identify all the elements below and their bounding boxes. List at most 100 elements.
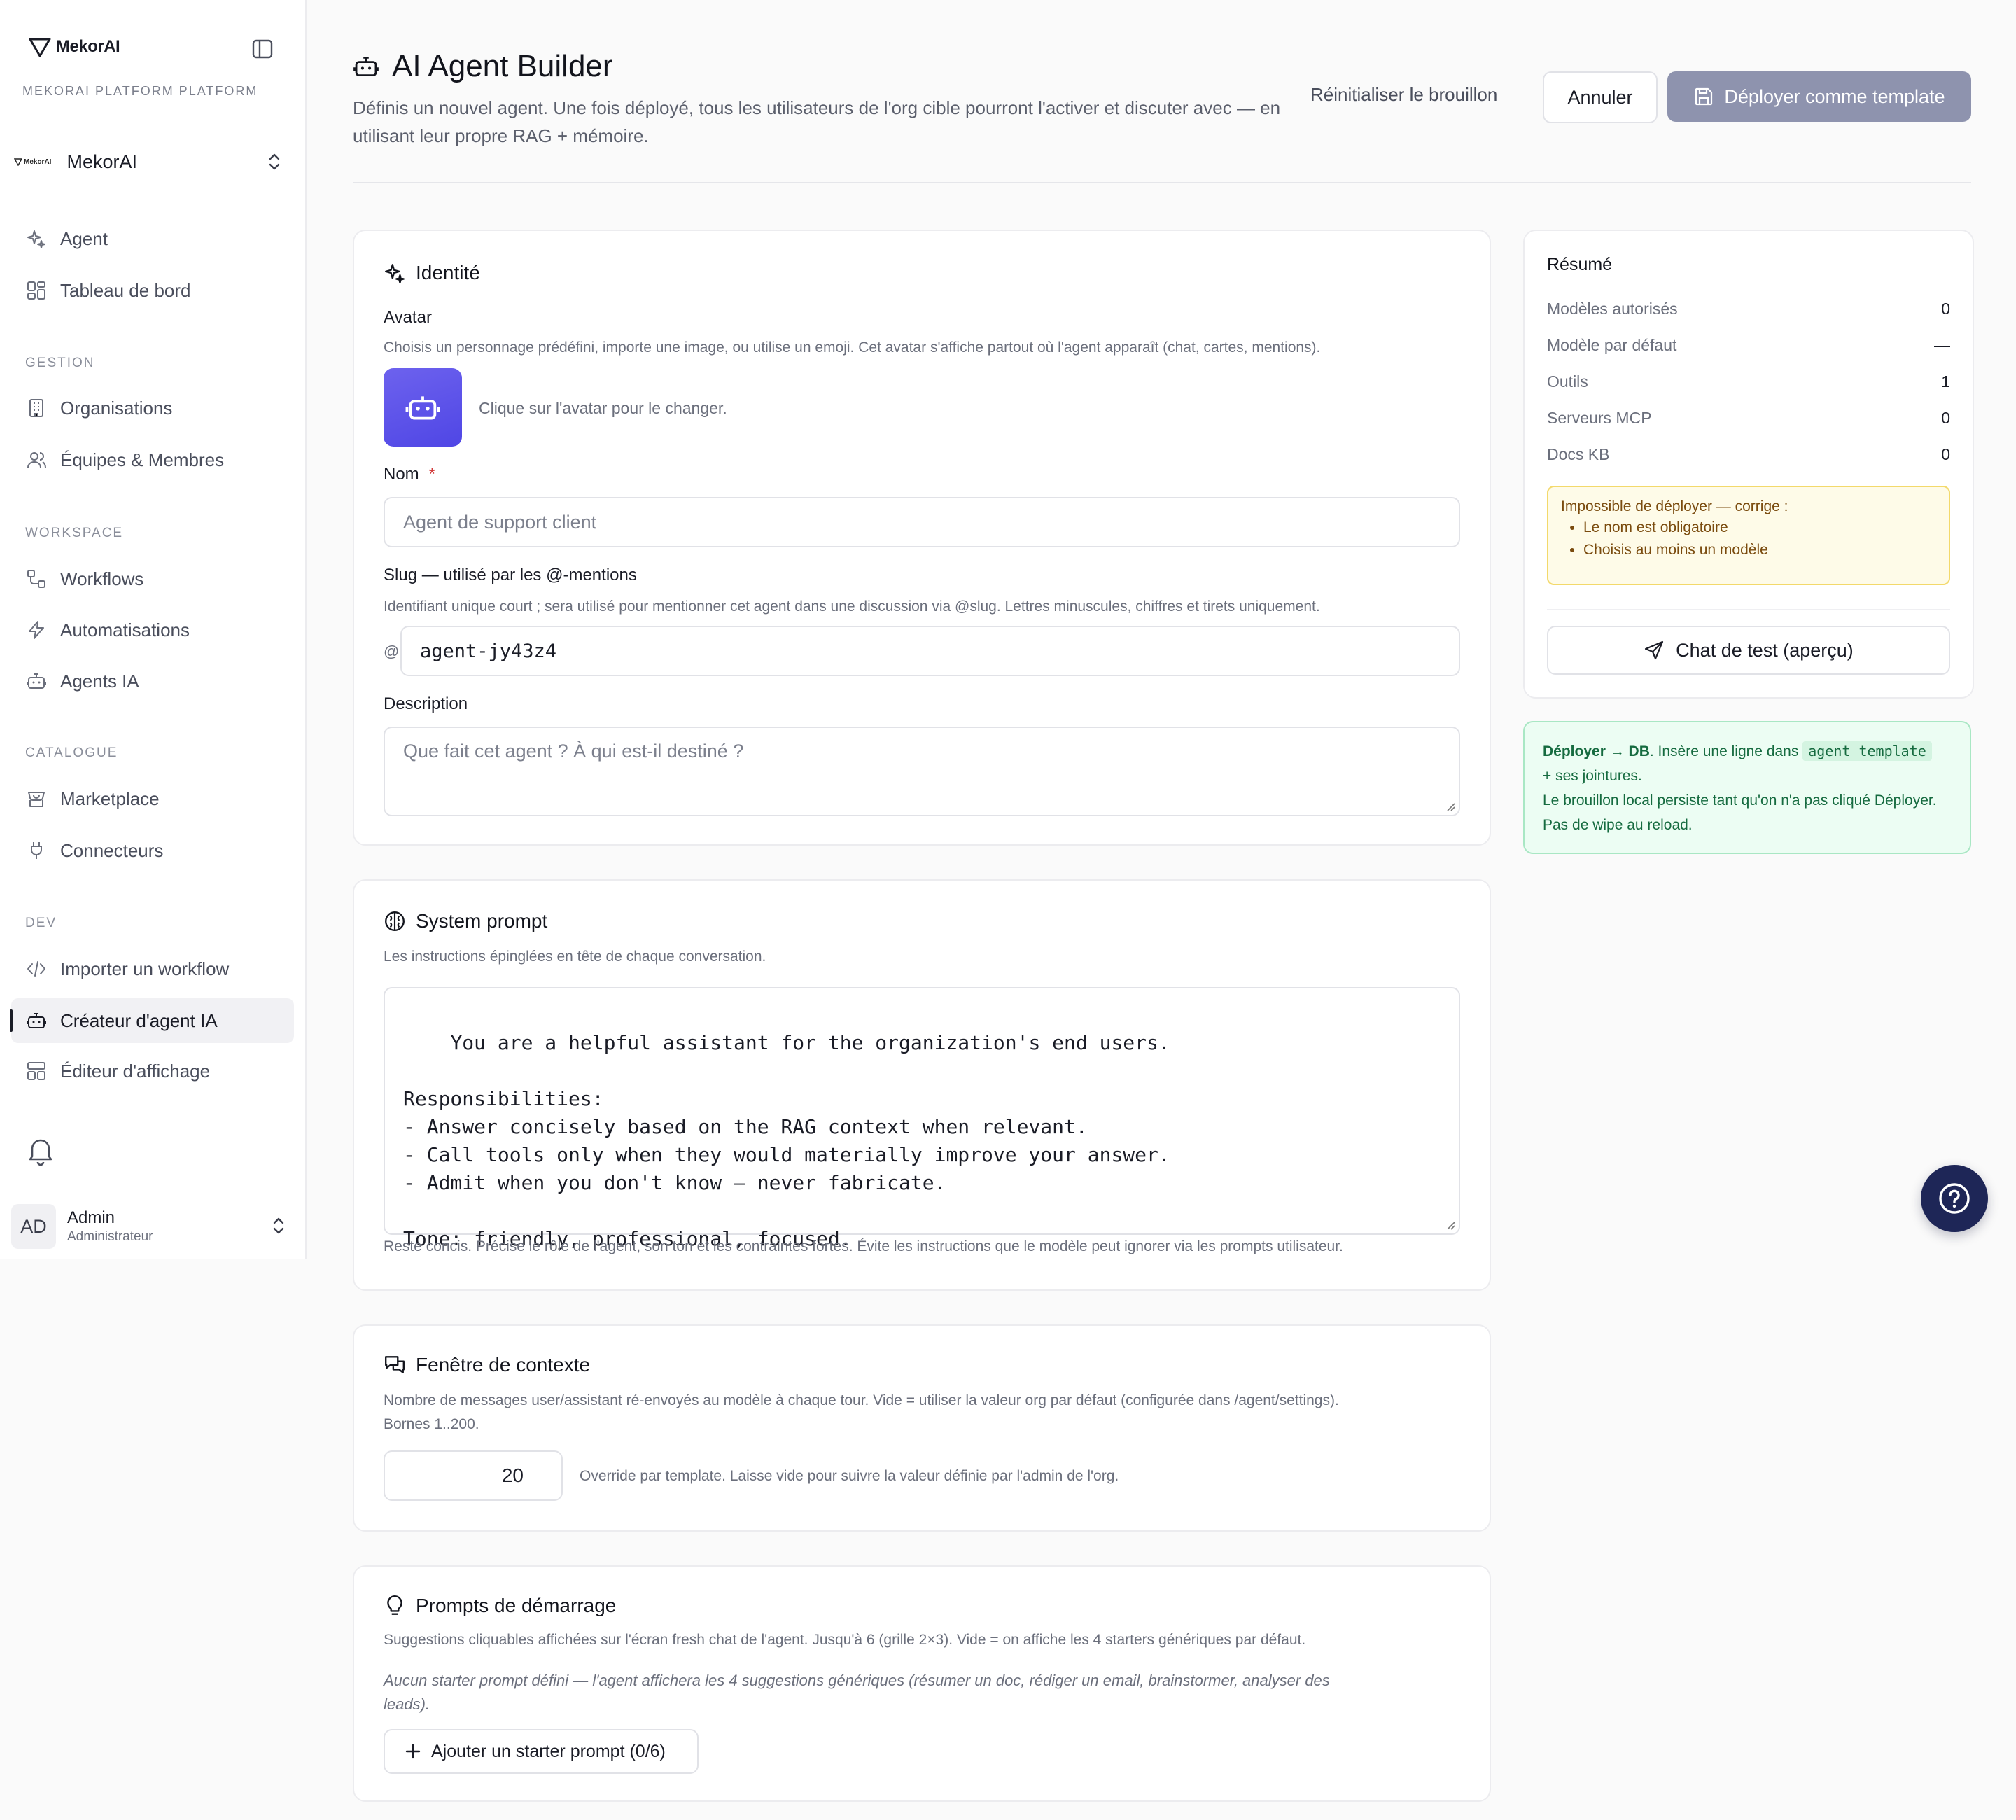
org-switcher[interactable]: MekorAI MekorAI [13,144,293,179]
sidebar-item-label: Connecteurs [60,839,164,861]
sidebar-item-label: Agent [60,227,108,249]
logo-shield-icon [29,38,51,57]
system-prompt-textarea[interactable]: You are a helpful assistant for the orga… [384,987,1460,1250]
code-snippet: agent_template [1802,741,1932,761]
identity-title: Identité [384,262,480,284]
test-chat-button[interactable]: Chat de test (aperçu) [1547,626,1950,675]
sidebar-item-display-editor[interactable]: Éditeur d'affichage [11,1049,294,1093]
sidebar-item-label: Tableau de bord [60,279,191,301]
sidebar: MekorAI MEKORAI PLATFORM PLATFORM MekorA… [0,0,307,1259]
sidebar-item-teams[interactable]: Équipes & Membres [11,438,294,482]
context-window-title: Fenêtre de contexte [384,1354,590,1376]
description-placeholder: Que fait cet agent ? À qui est-il destin… [403,741,744,762]
name-input[interactable]: Agent de support client [384,497,1460,547]
starters-empty-state: Aucun starter prompt défini — l'agent af… [384,1672,1330,1713]
sidebar-item-organisations[interactable]: Organisations [11,386,294,430]
sidebar-item-label: Agents IA [60,670,139,692]
dashboard-icon [24,278,49,303]
sidebar-item-ai-agents[interactable]: Agents IA [11,659,294,704]
sidebar-item-agent-builder[interactable]: Créateur d'agent IA [10,998,294,1043]
avatar-picker[interactable] [384,368,462,447]
page-header: AI Agent Builder [353,49,613,84]
description-textarea[interactable]: Que fait cet agent ? À qui est-il destin… [384,727,1460,816]
brand-logo[interactable]: MekorAI [28,36,120,57]
summary-row: Modèle par défaut — [1547,336,1950,354]
add-starter-button[interactable]: Ajouter un starter prompt (0/6) [384,1729,699,1774]
deploy-info: Déployer → DB. Insère une ligne dans age… [1523,721,1971,854]
deploy-template-button[interactable]: Déployer comme template [1667,71,1971,122]
system-prompt-help: Les instructions épinglées en tête de ch… [384,948,766,965]
sidebar-toggle-button[interactable] [252,39,276,60]
notifications-button[interactable] [27,1135,55,1170]
sparkles-icon [385,264,405,284]
summary-panel: Résumé Modèles autorisés 0 Modèle par déf… [1523,230,1974,699]
cancel-button[interactable]: Annuler [1543,71,1658,123]
sidebar-item-agent[interactable]: Agent [11,216,294,261]
context-window-card: Fenêtre de contexte Nombre de messages u… [353,1324,1491,1532]
slug-input[interactable]: agent-jy43z4 [400,626,1460,676]
user-name: Admin [67,1208,115,1227]
slug-prefix: @ [384,643,400,660]
sidebar-item-import-workflow[interactable]: Importer un workflow [11,946,294,991]
sidebar-item-automations[interactable]: Automatisations [11,608,294,652]
context-window-input[interactable]: 20 [384,1450,563,1501]
sidebar-item-label: Workflows [60,568,144,589]
summary-title: Résumé [1547,255,1613,274]
warning-title: Impossible de déployer — corrige : [1561,498,1788,514]
logo-shield-icon [14,158,22,166]
page-description: Définis un nouvel agent. Une fois déploy… [353,97,1281,146]
platform-label: MEKORAI PLATFORM PLATFORM [22,84,258,98]
resize-grip-icon[interactable] [1445,1219,1456,1231]
sidebar-item-dashboard[interactable]: Tableau de bord [11,268,294,313]
slug-help: Identifiant unique court ; sera utilisé … [384,598,1320,615]
summary-row: Serveurs MCP 0 [1547,409,1950,427]
org-name: MekorAI [66,150,137,172]
section-label-dev: DEV [25,916,57,930]
summary-row: Outils 1 [1547,372,1950,391]
org-mini-logo: MekorAI [14,158,51,166]
help-button[interactable] [1921,1165,1988,1232]
sidebar-item-marketplace[interactable]: Marketplace [11,776,294,821]
sidebar-item-workflows[interactable]: Workflows [11,556,294,601]
page-title: AI Agent Builder [392,49,613,83]
system-prompt-value: You are a helpful assistant for the orga… [403,1031,1170,1250]
context-window-hint: Override par template. Laisse vide pour … [580,1468,1119,1484]
system-prompt-footer: Reste concis. Précise le rôle de l'agent… [384,1238,1343,1254]
bot-icon [24,668,49,694]
warning-item: Le nom est obligatoire [1583,519,1936,536]
brand-name: MekorAI [56,37,120,56]
header-divider [353,182,1971,183]
avatar: AD [11,1204,56,1249]
plug-icon [24,838,49,863]
starters-help: Suggestions cliquables affichées sur l'é… [384,1632,1306,1648]
section-label-gestion: GESTION [25,356,95,370]
warning-item: Choisis au moins un modèle [1583,542,1936,559]
resize-grip-icon[interactable] [1445,801,1456,812]
zap-icon [24,617,49,643]
starters-card: Prompts de démarrage Suggestions cliquab… [353,1565,1491,1802]
messages-icon [385,1356,405,1373]
send-icon [1645,640,1664,660]
workflow-icon [24,566,49,592]
name-placeholder: Agent de support client [403,511,597,533]
code-icon [24,956,49,981]
chevrons-up-down-icon [269,153,280,170]
avatar-hint: Clique sur l'avatar pour le changer. [479,399,727,417]
save-icon [1695,88,1713,106]
user-menu[interactable]: AD Admin Administrateur [11,1203,294,1250]
plus-icon [405,1744,421,1759]
sidebar-item-label: Organisations [60,397,173,419]
description-label: Description [384,694,468,713]
bot-icon [405,396,440,420]
system-prompt-card: System prompt Les instructions épinglées… [353,879,1491,1291]
sidebar-item-label: Éditeur d'affichage [60,1060,211,1082]
chevrons-up-down-icon [273,1217,284,1234]
user-role: Administrateur [67,1229,153,1244]
sparkles-icon [24,226,49,251]
starters-title: Prompts de démarrage [384,1595,616,1617]
context-window-value: 20 [501,1464,524,1486]
name-label: Nom * [384,465,436,484]
reset-draft-button[interactable]: Réinitialiser le brouillon [1310,84,1497,106]
sidebar-item-label: Automatisations [60,619,190,640]
sidebar-item-connectors[interactable]: Connecteurs [11,828,294,873]
